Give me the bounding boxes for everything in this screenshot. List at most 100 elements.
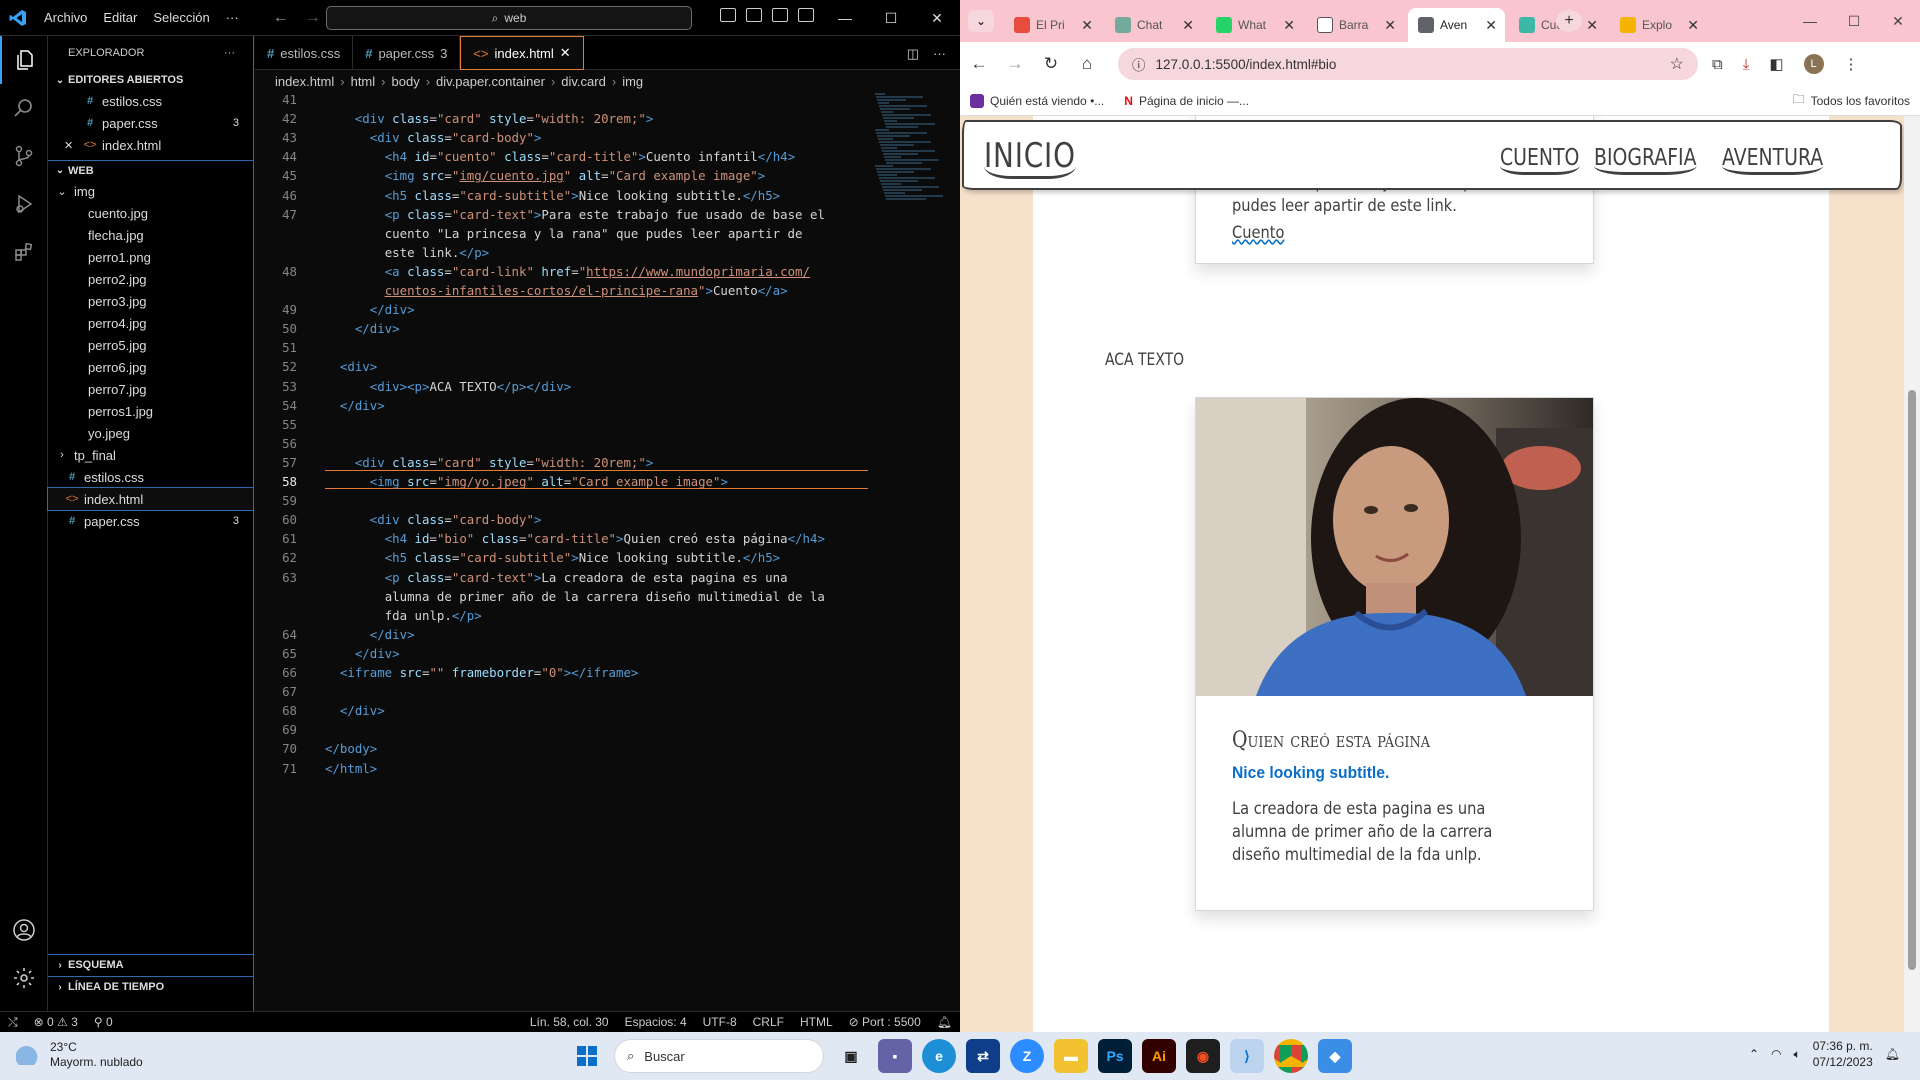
timeline-section[interactable]: › LÍNEA DE TIEMPO [48, 977, 254, 997]
close-tab-icon[interactable]: ✕ [1485, 17, 1497, 34]
indentation[interactable]: Espacios: 4 [617, 1015, 695, 1029]
bookmark-item[interactable]: N Página de inicio —... [1114, 94, 1259, 108]
browser-tab[interactable]: Aven ✕ [1408, 8, 1505, 42]
command-center-search[interactable]: ⌕ web [326, 6, 692, 30]
maximize-icon[interactable]: ☐ [1832, 0, 1876, 42]
outline-section[interactable]: › ESQUEMA [48, 955, 254, 975]
home-icon[interactable]: ⌂ [1070, 47, 1104, 81]
close-tab-icon[interactable]: ✕ [560, 45, 571, 61]
tab-search-icon[interactable]: ⌄ [968, 10, 994, 32]
clock[interactable]: 07:36 p. m. 07/12/2023 [1813, 1038, 1873, 1070]
edge-icon[interactable]: e [922, 1039, 956, 1073]
weather-widget[interactable]: 23°C Mayorm. nublado [16, 1040, 143, 1070]
toggle-sidebar-icon[interactable] [720, 8, 736, 22]
breadcrumb-item[interactable]: div.card [561, 74, 606, 89]
close-tab-icon[interactable]: ✕ [1182, 17, 1194, 34]
search-icon[interactable] [0, 84, 48, 132]
source-control-icon[interactable] [0, 132, 48, 180]
tab-index-html[interactable]: <> index.html ✕ [460, 36, 584, 70]
browser-tab[interactable]: Barra ✕ [1307, 8, 1404, 42]
bookmark-star-icon[interactable]: ☆ [1670, 54, 1684, 74]
file-item[interactable]: perro1.png [48, 246, 253, 268]
reload-icon[interactable]: ↻ [1034, 47, 1068, 81]
teams-chat-icon[interactable]: ▪ [878, 1039, 912, 1073]
back-arrow-icon[interactable]: ← [273, 9, 289, 27]
split-editor-icon[interactable]: ◫ [907, 46, 919, 62]
minimize-icon[interactable]: — [822, 0, 868, 36]
file-item[interactable]: <> index.html [47, 487, 254, 511]
file-item[interactable]: perro3.jpg [48, 290, 253, 312]
taskbar-search[interactable]: ⌕ Buscar [614, 1039, 824, 1073]
page-scrollbar[interactable] [1904, 116, 1920, 1032]
profile-avatar[interactable]: L [1803, 54, 1824, 74]
breadcrumb-item[interactable]: img [622, 74, 643, 89]
end-of-line[interactable]: CRLF [745, 1015, 792, 1029]
tab-paper-css[interactable]: # paper.css 3 [353, 36, 461, 70]
maximize-icon[interactable]: ☐ [868, 0, 914, 36]
page-viewport[interactable]: Para este trabajo fue usado de base el c… [960, 116, 1920, 1032]
browser-tab[interactable]: Chat ✕ [1105, 8, 1202, 42]
close-tab-icon[interactable]: ✕ [1384, 17, 1396, 34]
explorer-more-icon[interactable]: ··· [224, 47, 235, 59]
browser-tab[interactable]: Explo ✕ [1610, 8, 1707, 42]
live-server-port[interactable]: ⊘ Port : 5500 [841, 1015, 929, 1029]
chrome-taskbar-icon[interactable] [1274, 1039, 1308, 1073]
address-bar[interactable]: ⓘ 127.0.0.1:5500/index.html#bio ☆ [1118, 48, 1698, 80]
scrollbar-thumb[interactable] [1908, 390, 1916, 970]
task-view-icon[interactable]: ▣ [834, 1039, 868, 1073]
browser-tab[interactable]: What ✕ [1206, 8, 1303, 42]
workspace-folder-section[interactable]: ⌄ WEB [48, 160, 253, 180]
breadcrumb-item[interactable]: index.html [275, 74, 334, 89]
extensions-icon[interactable]: ⧉ [1712, 56, 1723, 73]
zoom-icon[interactable]: Z [1010, 1039, 1044, 1073]
toggle-panel-icon[interactable] [746, 8, 762, 22]
site-brand-link[interactable]: INICIO [984, 136, 1076, 179]
folder-item[interactable]: › tp_final [48, 444, 253, 466]
editor-more-icon[interactable]: ··· [933, 46, 946, 62]
vscode-taskbar-icon[interactable]: ⟩ [1230, 1039, 1264, 1073]
close-tab-icon[interactable]: ✕ [1586, 17, 1598, 34]
open-editor-item[interactable]: # estilos.css [48, 90, 253, 112]
close-tab-icon[interactable]: ✕ [1687, 17, 1699, 34]
site-info-icon[interactable]: ⓘ [1132, 54, 1146, 74]
open-editor-item[interactable]: # paper.css 3 [48, 112, 253, 134]
open-editor-item[interactable]: ✕ <> index.html [48, 134, 253, 156]
chrome-menu-icon[interactable]: ⋮ [1844, 55, 1859, 73]
remote-icon[interactable]: ⤭ [0, 1015, 26, 1030]
wifi-icon[interactable]: ◠ [1771, 1047, 1781, 1061]
explorer-icon[interactable] [0, 36, 48, 84]
problems-indicator[interactable]: ⊗ 0 ⚠ 3 [26, 1015, 86, 1029]
side-panel-icon[interactable]: ◧ [1769, 55, 1783, 73]
ports-indicator[interactable]: ⚲ 0 [86, 1015, 121, 1029]
nav-link-cuento[interactable]: CUENTO [1500, 144, 1580, 175]
menu-archivo[interactable]: Archivo [36, 10, 95, 25]
forward-arrow-icon[interactable]: → [305, 9, 321, 27]
bookmark-item[interactable]: Quién está viendo •... [960, 93, 1114, 108]
minimap[interactable] [875, 92, 945, 242]
app-icon[interactable]: ◆ [1318, 1039, 1352, 1073]
close-icon[interactable]: ✕ [914, 0, 960, 36]
file-item[interactable]: perro6.jpg [48, 356, 253, 378]
menu-more[interactable]: ··· [218, 10, 247, 25]
close-icon[interactable]: ✕ [1876, 0, 1920, 42]
close-icon[interactable]: ✕ [64, 139, 73, 152]
teamviewer-icon[interactable]: ⇄ [966, 1039, 1000, 1073]
nav-link-aventura[interactable]: AVENTURA [1722, 144, 1824, 175]
chevron-up-icon[interactable]: ⌃ [1749, 1047, 1759, 1061]
open-editors-section[interactable]: ⌄ EDITORES ABIERTOS [48, 70, 253, 90]
code-editor[interactable]: 41 42 <div class="card" style="width: 20r… [255, 92, 960, 1011]
encoding[interactable]: UTF-8 [695, 1015, 745, 1029]
account-icon[interactable] [0, 906, 48, 954]
file-explorer-icon[interactable]: ▬ [1054, 1039, 1088, 1073]
language-mode[interactable]: HTML [792, 1015, 841, 1029]
file-item[interactable]: flecha.jpg [48, 224, 253, 246]
file-item[interactable]: perro2.jpg [48, 268, 253, 290]
settings-gear-icon[interactable] [0, 954, 48, 1002]
back-icon[interactable]: ← [962, 47, 996, 81]
card-link-cuento[interactable]: Cuento [1232, 223, 1284, 243]
all-bookmarks-button[interactable]: 🗀︎ Todos los favoritos [1783, 90, 1920, 111]
new-tab-icon[interactable]: + [1556, 10, 1582, 32]
menu-editar[interactable]: Editar [95, 10, 145, 25]
notifications-bell-icon[interactable]: 🔔︎ [929, 1015, 960, 1029]
notification-bell-icon[interactable]: 🔔︎ [1885, 1047, 1900, 1061]
